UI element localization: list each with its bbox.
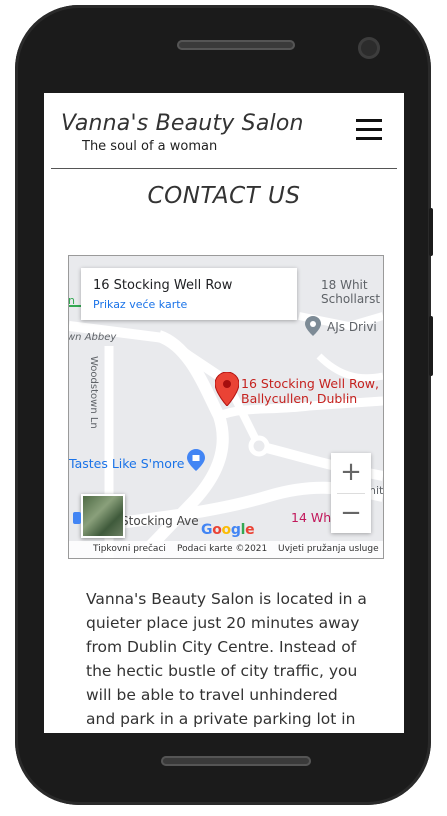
place-pin-icon[interactable] <box>305 316 321 336</box>
front-camera <box>358 37 380 59</box>
map-label: Woodstown Ln <box>88 356 99 429</box>
power-button <box>429 316 433 376</box>
map-embed[interactable]: 16 Stocking Well Row Prikaz veće karte 1… <box>68 255 384 559</box>
map-footer: Tipkovni prečaci Podaci karte ©2021 Uvje… <box>69 541 383 558</box>
marker-label-line2: Ballycullen, Dublin <box>241 391 358 406</box>
shopping-pin-icon[interactable] <box>187 449 205 471</box>
map-label: 18 Whit <box>321 278 368 292</box>
earpiece-speaker <box>177 40 295 50</box>
header-divider <box>51 168 397 169</box>
map-label: Tastes Like S'more <box>69 456 185 471</box>
keyboard-shortcuts-link[interactable]: Tipkovni prečaci <box>93 544 166 554</box>
location-description: Vanna's Beauty Salon is located in a qui… <box>86 590 367 728</box>
map-label: 14 Whi <box>291 510 335 525</box>
zoom-in-button[interactable]: + <box>331 453 371 493</box>
zoom-out-button[interactable]: − <box>331 494 371 534</box>
page-title: CONTACT US <box>147 183 301 209</box>
terms-link[interactable]: Uvjeti pružanja usluge <box>278 544 379 554</box>
bottom-speaker <box>161 756 311 766</box>
site-tagline: The soul of a woman <box>82 139 218 154</box>
google-logo: Google <box>201 522 255 538</box>
map-info-card: 16 Stocking Well Row Prikaz veće karte <box>81 268 297 320</box>
map-label: n <box>68 294 75 307</box>
map-card-address: 16 Stocking Well Row <box>93 278 233 293</box>
location-marker-icon[interactable] <box>215 372 239 406</box>
screen: Vanna's Beauty Salon The soul of a woman… <box>44 93 404 733</box>
map-label: Stocking Ave <box>121 514 199 528</box>
zoom-controls: + − <box>331 453 371 533</box>
site-brand[interactable]: Vanna's Beauty Salon <box>61 111 304 136</box>
larger-map-link[interactable]: Prikaz veće karte <box>93 298 187 311</box>
hamburger-icon[interactable] <box>356 119 382 141</box>
pegman-icon[interactable] <box>73 512 81 524</box>
map-label: AJs Drivi <box>327 320 377 334</box>
marker-label-line1: 16 Stocking Well Row, <box>241 376 379 391</box>
volume-button <box>429 208 433 256</box>
map-label: nit <box>369 484 384 497</box>
map-label: Schollarst <box>321 292 381 306</box>
satellite-toggle-thumbnail[interactable] <box>81 494 125 538</box>
map-data-credit: Podaci karte ©2021 <box>177 544 268 554</box>
map-label: wn Abbey <box>68 332 117 343</box>
